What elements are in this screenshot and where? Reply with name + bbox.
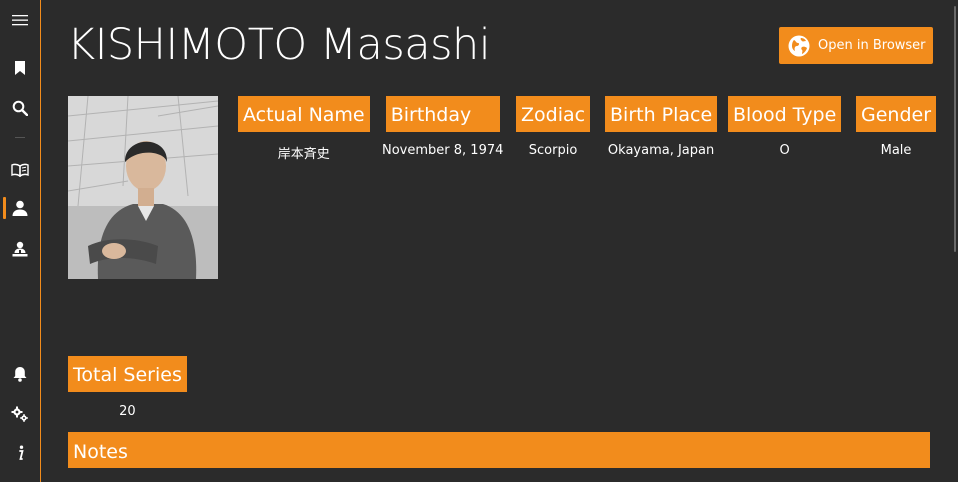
open-book-icon[interactable] — [0, 154, 40, 186]
hamburger-menu-icon[interactable] — [0, 4, 40, 36]
person-icon[interactable] — [0, 192, 40, 224]
attribute-label: Birthday — [385, 96, 500, 132]
attribute-birthday: Birthday November 8, 1974 — [382, 96, 503, 158]
search-icon[interactable] — [0, 92, 40, 124]
attribute-value: Male — [880, 143, 912, 158]
author-photo — [68, 96, 218, 279]
open-in-browser-label: Open in Browser — [818, 38, 926, 53]
total-series-label: Total Series — [68, 356, 187, 392]
bookmark-icon[interactable] — [0, 52, 40, 84]
attribute-value: 岸本斉史 — [277, 147, 330, 162]
globe-icon — [788, 35, 810, 57]
attribute-label: Birth Place — [605, 96, 718, 132]
attribute-label: Actual Name — [238, 96, 370, 132]
attribute-value: Scorpio — [528, 143, 578, 158]
notes-label: Notes — [73, 441, 128, 463]
open-in-browser-button[interactable]: Open in Browser — [779, 27, 933, 64]
info-icon[interactable] — [0, 437, 40, 469]
attribute-birth-place: Birth Place Okayama, Japan — [605, 96, 718, 158]
gear-icon[interactable] — [0, 398, 40, 430]
page-title: KISHIMOTO Masashi — [67, 20, 491, 70]
attribute-label: Zodiac — [516, 96, 591, 132]
notes-section-header: Notes — [68, 432, 930, 468]
vertical-scrollbar[interactable] — [954, 6, 956, 252]
bell-icon[interactable] — [0, 358, 40, 390]
nav-rail — [0, 0, 41, 482]
attribute-blood-type: Blood Type O — [728, 96, 842, 158]
attribute-label: Blood Type — [728, 96, 842, 132]
attribute-value: O — [779, 143, 790, 158]
nav-separator — [15, 137, 25, 138]
attribute-label: Gender — [856, 96, 937, 132]
total-series: Total Series 20 — [68, 356, 187, 419]
total-series-value: 20 — [119, 404, 136, 419]
attribute-gender: Gender Male — [856, 96, 937, 158]
attribute-value: November 8, 1974 — [382, 143, 504, 158]
people-icon[interactable] — [0, 233, 40, 265]
attribute-value: Okayama, Japan — [607, 143, 715, 158]
attribute-actual-name: Actual Name 岸本斉史 — [238, 96, 370, 162]
author-detail-page: KISHIMOTO Masashi Open in Browser Actual… — [41, 0, 958, 482]
attribute-zodiac: Zodiac Scorpio — [516, 96, 591, 158]
